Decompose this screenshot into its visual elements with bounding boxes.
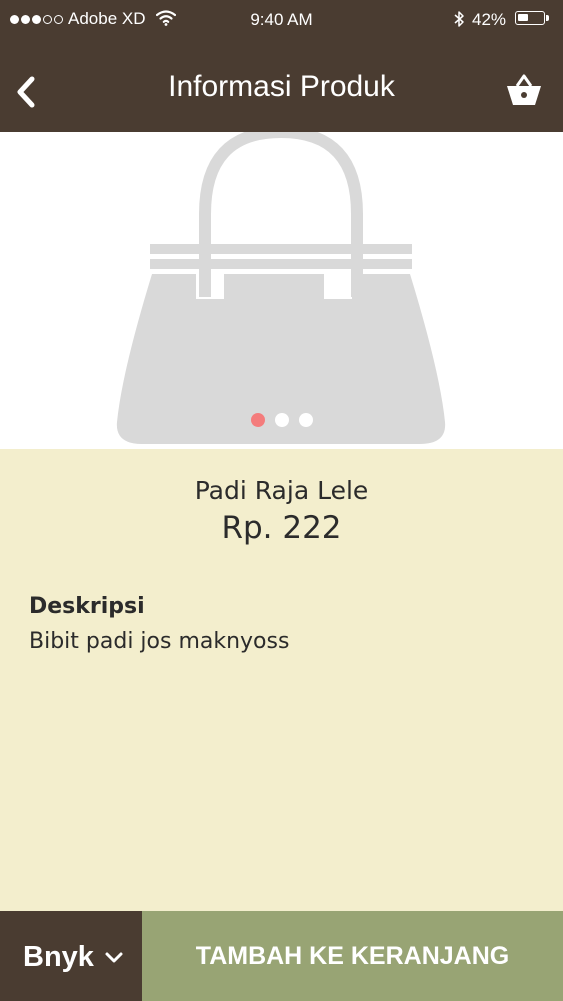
battery-icon (515, 11, 545, 25)
battery-tip (546, 15, 549, 21)
status-bar: Adobe XD 9:40 AM 42% (0, 0, 563, 40)
carousel-pager (0, 413, 563, 427)
handbag-icon (116, 132, 446, 444)
quantity-label: Bnyk (23, 941, 94, 973)
top-bar: Adobe XD 9:40 AM 42% Informasi Produk (0, 0, 563, 132)
add-to-cart-button[interactable]: TAMBAH KE KERANJANG (142, 911, 563, 1001)
product-info-panel: Padi Raja Lele Rp. 222 Deskripsi Bibit p… (0, 449, 563, 911)
basket-icon[interactable] (505, 72, 543, 108)
battery-percent: 42% (472, 10, 507, 29)
description-heading: Deskripsi (29, 594, 145, 619)
chevron-down-icon (105, 952, 123, 963)
quantity-dropdown[interactable]: Bnyk (0, 911, 142, 1001)
description-text: Bibit padi jos maknyoss (29, 629, 290, 654)
product-name: Padi Raja Lele (194, 476, 369, 505)
carousel-dot[interactable] (250, 413, 265, 427)
battery-fill (518, 14, 528, 21)
product-price: Rp. 222 (221, 510, 342, 546)
page-title: Informasi Produk (168, 70, 395, 103)
carousel-dot[interactable] (274, 413, 289, 427)
carousel-dot[interactable] (298, 413, 313, 427)
product-image-carousel[interactable] (0, 132, 563, 449)
bluetooth-icon (454, 11, 464, 27)
add-to-cart-label: TAMBAH KE KERANJANG (195, 942, 510, 970)
